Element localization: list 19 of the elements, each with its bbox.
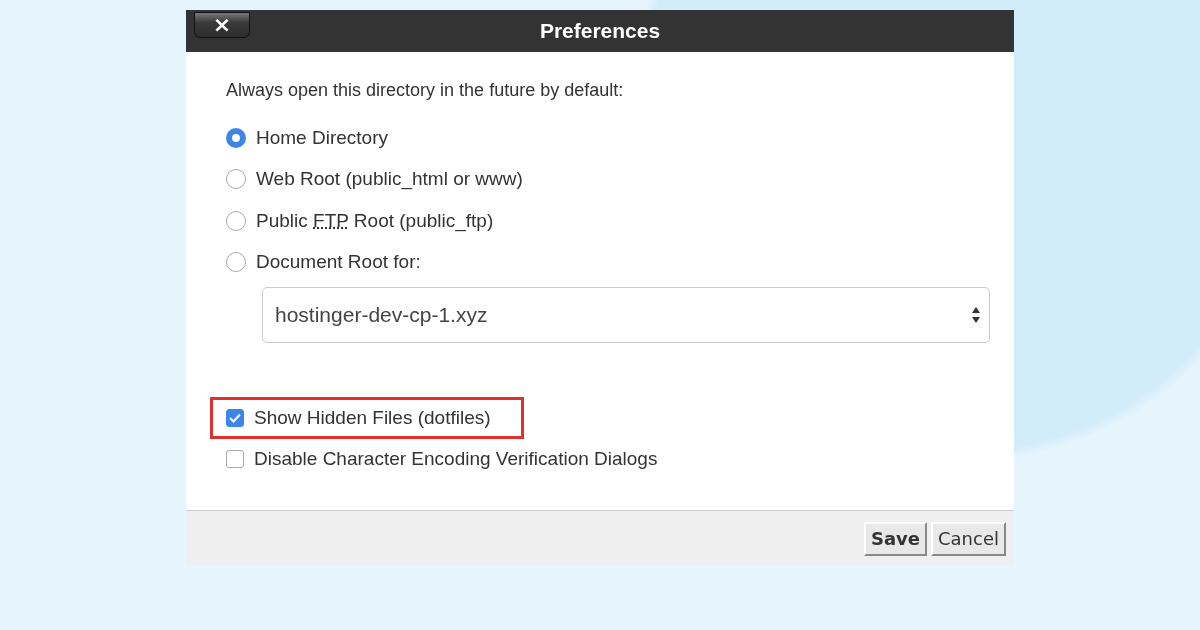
cancel-button[interactable]: Cancel bbox=[931, 521, 1006, 556]
radio-button[interactable] bbox=[226, 252, 246, 273]
radio-button[interactable] bbox=[226, 127, 246, 148]
option-label[interactable]: Document Root for: bbox=[256, 251, 421, 274]
close-button[interactable]: × bbox=[194, 12, 250, 38]
dropdown-arrows-icon bbox=[971, 305, 981, 325]
prompt-text: Always open this directory in the future by default: bbox=[226, 80, 625, 101]
option-label[interactable]: Public FTP Root (public_ftp) bbox=[256, 209, 494, 232]
checkbox[interactable] bbox=[226, 408, 244, 427]
checkbox-label[interactable]: Show Hidden Files (dotfiles) bbox=[254, 406, 491, 429]
checkbox[interactable] bbox=[226, 450, 244, 469]
radio-button[interactable] bbox=[226, 210, 246, 231]
dialog-title: Preferences bbox=[539, 19, 661, 43]
radio-button[interactable] bbox=[226, 169, 246, 190]
checkbox-label[interactable]: Disable Character Encoding Verification Dialogs bbox=[254, 448, 658, 471]
option-label[interactable]: Home Directory bbox=[256, 126, 388, 149]
domain-dropdown[interactable]: hostinger-dev-cp-1.xyz bbox=[262, 287, 990, 343]
option-label[interactable]: Web Root (public_html or www) bbox=[256, 168, 523, 191]
save-button[interactable]: Save bbox=[863, 521, 927, 556]
